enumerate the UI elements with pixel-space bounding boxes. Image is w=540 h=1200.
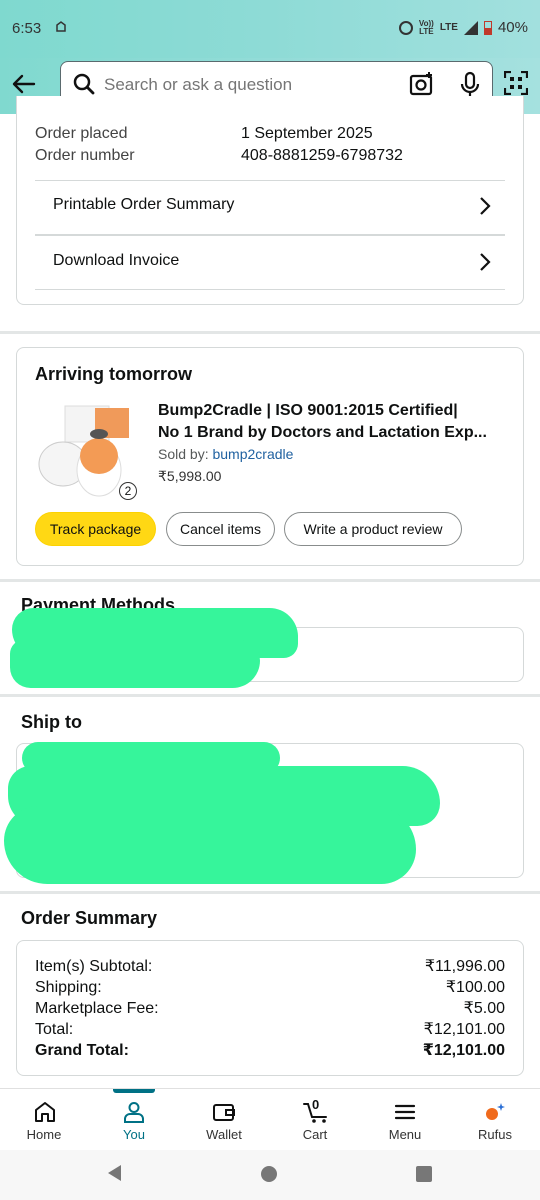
printable-summary-row[interactable]: Printable Order Summary: [35, 181, 505, 235]
order-summary-card: Item(s) Subtotal: ₹11,996.00 Shipping: ₹…: [16, 940, 524, 1076]
nav-you[interactable]: You: [89, 1089, 179, 1151]
seller-link[interactable]: bump2cradle: [212, 446, 293, 462]
order-info-card: Order placed 1 September 2025 Order numb…: [16, 96, 524, 305]
grand-total-label: Grand Total:: [35, 1042, 129, 1059]
nav-wallet-label: Wallet: [206, 1127, 242, 1142]
active-tab-indicator: [113, 1089, 155, 1093]
redaction-scribble: [10, 640, 260, 688]
subtotal-value: ₹11,996.00: [424, 958, 505, 975]
battery-percent: 40%: [497, 19, 528, 36]
cart-count: 0: [312, 1097, 320, 1112]
status-bar: 6:53 Vo)) LTE LTE 40%: [0, 0, 540, 58]
order-number-value: 408-8881259-6798732: [241, 147, 403, 164]
subtotal-label: Item(s) Subtotal:: [35, 958, 153, 975]
product-title-line-1: Bump2Cradle | ISO 9001:2015 Certified|: [158, 402, 458, 419]
nav-home-label: Home: [26, 1127, 62, 1142]
chevron-right-icon: [479, 252, 491, 277]
alarm-icon: [398, 20, 413, 35]
nav-menu[interactable]: Menu: [360, 1089, 450, 1151]
printable-summary-label: Printable Order Summary: [53, 196, 235, 213]
redaction-scribble: [4, 806, 416, 884]
marketplace-fee-value: ₹5.00: [463, 1000, 505, 1017]
status-icons: Vo)) LTE LTE 40%: [398, 19, 528, 36]
sold-by: Sold by: bump2cradle: [158, 446, 293, 462]
order-placed-label: Order placed: [35, 125, 128, 142]
nav-rufus-label: Rufus: [478, 1127, 512, 1142]
nav-you-label: You: [123, 1127, 145, 1142]
order-placed-value: 1 September 2025: [241, 125, 373, 142]
lte-label: LTE: [439, 22, 458, 33]
system-navigation-bar: [0, 1150, 540, 1200]
search-input[interactable]: [104, 75, 404, 95]
marketplace-fee-label: Marketplace Fee:: [35, 1000, 159, 1017]
divider: [35, 289, 505, 290]
nav-home[interactable]: Home: [0, 1089, 90, 1151]
shipment-card: Arriving tomorrow 2 Bump2Cradle | ISO 90…: [16, 347, 524, 566]
system-back-icon[interactable]: [106, 1164, 122, 1187]
delivery-status: Arriving tomorrow: [35, 364, 193, 384]
download-invoice-label: Download Invoice: [53, 252, 180, 269]
menu-icon: [393, 1100, 417, 1124]
back-arrow-icon[interactable]: [10, 70, 38, 98]
rufus-icon: [483, 1100, 507, 1124]
track-package-button[interactable]: Track package: [35, 512, 156, 546]
nav-cart[interactable]: 0 Cart: [270, 1089, 360, 1151]
volte-bottom: LTE: [419, 26, 434, 36]
sold-by-label: Sold by:: [158, 446, 209, 462]
battery-icon: [483, 20, 492, 35]
chevron-right-icon: [479, 196, 491, 221]
notification-icon: [55, 21, 67, 36]
section-divider: [0, 579, 540, 582]
product-title-line-2: No 1 Brand by Doctors and Lactation Exp.…: [158, 424, 487, 441]
shipping-label: Shipping:: [35, 979, 102, 996]
order-summary-title: Order Summary: [21, 908, 158, 928]
quantity-badge: 2: [119, 482, 137, 500]
order-number-label: Order number: [35, 147, 135, 164]
ship-to-title: Ship to: [21, 712, 82, 732]
nav-rufus[interactable]: Rufus: [450, 1089, 540, 1151]
total-value: ₹12,101.00: [423, 1021, 505, 1038]
total-label: Total:: [35, 1021, 74, 1038]
nav-wallet[interactable]: Wallet: [179, 1089, 269, 1151]
shipping-value: ₹100.00: [445, 979, 505, 996]
section-divider: [0, 694, 540, 697]
system-home-icon[interactable]: [261, 1166, 277, 1182]
product-title[interactable]: Bump2Cradle | ISO 9001:2015 Certified| N…: [158, 400, 518, 444]
home-icon: [33, 1100, 57, 1124]
signal-icon: [463, 20, 478, 35]
write-review-button[interactable]: Write a product review: [284, 512, 462, 546]
volte-indicator: Vo)) LTE: [419, 19, 434, 36]
download-invoice-row[interactable]: Download Invoice: [35, 236, 505, 290]
nav-menu-label: Menu: [388, 1127, 422, 1142]
grand-total-value: ₹12,101.00: [422, 1042, 505, 1059]
status-time: 6:53: [12, 20, 42, 37]
product-price: ₹5,998.00: [158, 468, 222, 484]
system-recents-icon[interactable]: [416, 1166, 432, 1182]
wallet-icon: [212, 1100, 236, 1124]
section-divider: [0, 891, 540, 894]
person-icon: [122, 1100, 146, 1124]
nav-cart-label: Cart: [302, 1127, 328, 1142]
cancel-items-button[interactable]: Cancel items: [166, 512, 275, 546]
bottom-navigation: Home You Wallet 0 Cart Menu Rufus: [0, 1088, 540, 1150]
section-divider: [0, 331, 540, 334]
